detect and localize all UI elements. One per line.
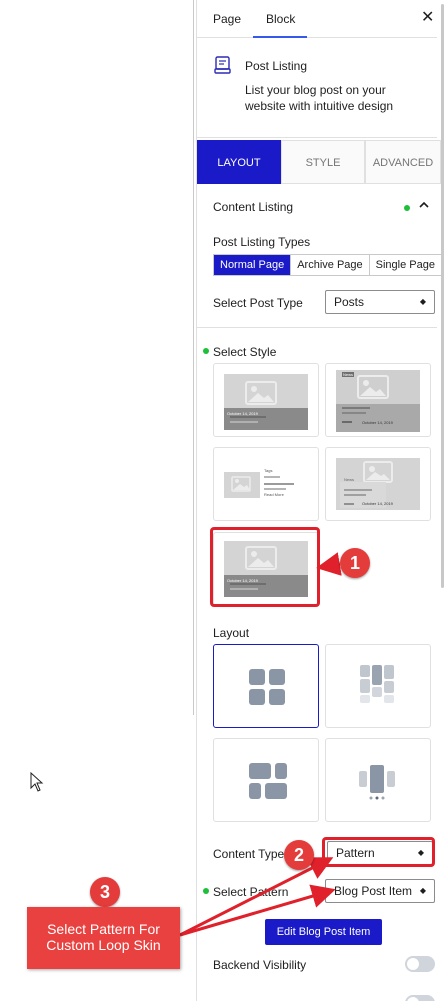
select-pattern-value: Blog Post Item (334, 884, 413, 898)
card-date: October 14, 2019 (362, 501, 393, 506)
mouse-cursor-icon (30, 772, 44, 792)
backend-visibility-toggle[interactable] (405, 956, 435, 972)
sidebar-scrollbar[interactable] (441, 4, 444, 588)
toggle-knob (407, 958, 419, 970)
option-archive-page[interactable]: Archive Page (291, 255, 370, 275)
layout-option-masonry[interactable] (325, 644, 431, 728)
status-dot (203, 348, 209, 354)
option-single-page[interactable]: Single Page (369, 255, 441, 275)
post-listing-types-toggle: Normal Page Archive Page Single Page (213, 254, 442, 276)
post-type-select[interactable]: Posts ◆ (325, 290, 435, 314)
editor-divider (193, 0, 194, 715)
style-option-2[interactable]: News October 14, 2019 (325, 363, 431, 437)
highlight-style-5 (210, 527, 320, 607)
content-type-label: Content Type (213, 847, 285, 861)
next-setting-toggle[interactable] (405, 995, 435, 1001)
status-dot (203, 888, 209, 894)
block-title: Post Listing (245, 59, 308, 73)
card-tag: News (342, 372, 355, 377)
style-option-4[interactable]: News October 14, 2019 (325, 447, 431, 521)
tab-style[interactable]: STYLE (281, 140, 365, 184)
content-listing-heading[interactable]: Content Listing (213, 200, 293, 214)
layout-option-carousel[interactable] (325, 738, 431, 822)
layout-label: Layout (213, 626, 250, 640)
post-listing-icon (214, 56, 231, 74)
select-pattern-select[interactable]: Blog Post Item ◆ (325, 879, 435, 903)
settings-tabs: LAYOUT STYLE ADVANCED (197, 140, 441, 184)
tab-advanced[interactable]: ADVANCED (365, 140, 441, 184)
annotation-callout: Select Pattern For Custom Loop Skin (27, 907, 180, 969)
block-description: List your blog post on your website with… (245, 83, 394, 113)
select-pattern-label: Select Pattern (213, 885, 289, 899)
status-dot (404, 205, 410, 211)
highlight-content-type (322, 837, 435, 867)
backend-visibility-label: Backend Visibility (213, 958, 307, 972)
style-option-3[interactable]: Tags Read More (213, 447, 319, 521)
card-meta: News (344, 477, 355, 482)
tab-block[interactable]: Block (266, 0, 295, 38)
layout-option-grid[interactable] (213, 644, 319, 728)
annotation-badge-2: 2 (284, 840, 314, 870)
card-date: October 14, 2019 (227, 411, 258, 416)
option-normal-page[interactable]: Normal Page (214, 255, 292, 275)
tab-page[interactable]: Page (213, 0, 241, 38)
toggle-knob (407, 997, 419, 1001)
layout-option-mixed[interactable] (213, 738, 319, 822)
card-read-more: Read More (264, 492, 284, 497)
edit-pattern-button[interactable]: Edit Blog Post Item (265, 919, 382, 945)
annotation-badge-3: 3 (90, 877, 120, 907)
select-arrows-icon: ◆ (419, 886, 426, 895)
select-post-type-label: Select Post Type (213, 296, 303, 310)
close-icon[interactable]: ✕ (421, 10, 435, 26)
annotation-badge-1: 1 (340, 548, 370, 578)
style-option-1[interactable]: October 14, 2019 (213, 363, 319, 437)
chevron-up-icon[interactable] (418, 199, 430, 211)
card-date: October 14, 2019 (362, 420, 393, 425)
select-style-label: Select Style (213, 345, 277, 359)
card-meta: Tags (264, 468, 273, 473)
post-listing-types-label: Post Listing Types (213, 235, 311, 249)
tab-layout[interactable]: LAYOUT (197, 140, 281, 184)
select-arrows-icon: ◆ (419, 297, 426, 306)
post-type-value: Posts (334, 295, 365, 309)
block-info-card: Post Listing List your blog post on your… (197, 38, 437, 138)
divider (197, 327, 437, 328)
sidebar-tabs: Page Block ✕ (197, 0, 437, 38)
